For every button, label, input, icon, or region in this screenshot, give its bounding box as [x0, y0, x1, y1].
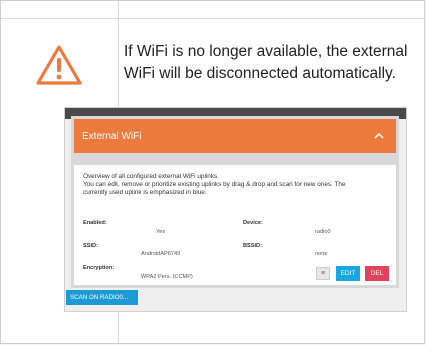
chevron-up-icon[interactable]: [372, 129, 386, 143]
scan-button[interactable]: SCAN ON RADIO0...: [66, 290, 138, 305]
panel-header[interactable]: External WiFi: [74, 119, 396, 153]
panel-description: Overview of all configured external WiFi…: [83, 173, 393, 197]
note-line-2: WiFi will be disconnected automatically.: [124, 65, 396, 82]
drag-handle-icon[interactable]: ≡: [316, 267, 330, 280]
note-table: If WiFi is no longer available, the exte…: [0, 0, 425, 344]
device-label: Device:: [243, 220, 263, 226]
encryption-value: WPA2 Pers. (CCMP): [141, 274, 193, 280]
encryption-label: Encryption:: [83, 265, 115, 271]
ssid-label: SSID:: [83, 243, 98, 249]
description-line-2: You can edit, remove or prioritize exist…: [83, 181, 346, 188]
note-text: If WiFi is no longer available, the exte…: [124, 41, 416, 85]
bssid-label: BSSID:: [243, 243, 262, 249]
external-wifi-panel: External WiFi Overview of all configured…: [71, 116, 399, 288]
ui-screenshot: External WiFi Overview of all configured…: [65, 108, 406, 311]
edit-button[interactable]: EDIT: [336, 266, 360, 281]
enabled-label: Enabled:: [83, 220, 107, 226]
delete-button[interactable]: DEL: [365, 266, 389, 281]
row-divider: [1, 18, 424, 19]
warning-icon: [36, 45, 82, 85]
enabled-value: Yes: [156, 229, 166, 235]
ssid-value: AndroidAP6749: [141, 251, 181, 257]
description-line-3: currently used uplink is emphasized in b…: [83, 189, 207, 196]
panel-title: External WiFi: [82, 130, 142, 142]
description-line-1: Overview of all configured external WiFi…: [83, 173, 220, 180]
bssid-value: none: [315, 251, 328, 257]
device-value: radio0: [315, 229, 331, 235]
note-line-1: If WiFi is no longer available, the exte…: [124, 43, 408, 60]
